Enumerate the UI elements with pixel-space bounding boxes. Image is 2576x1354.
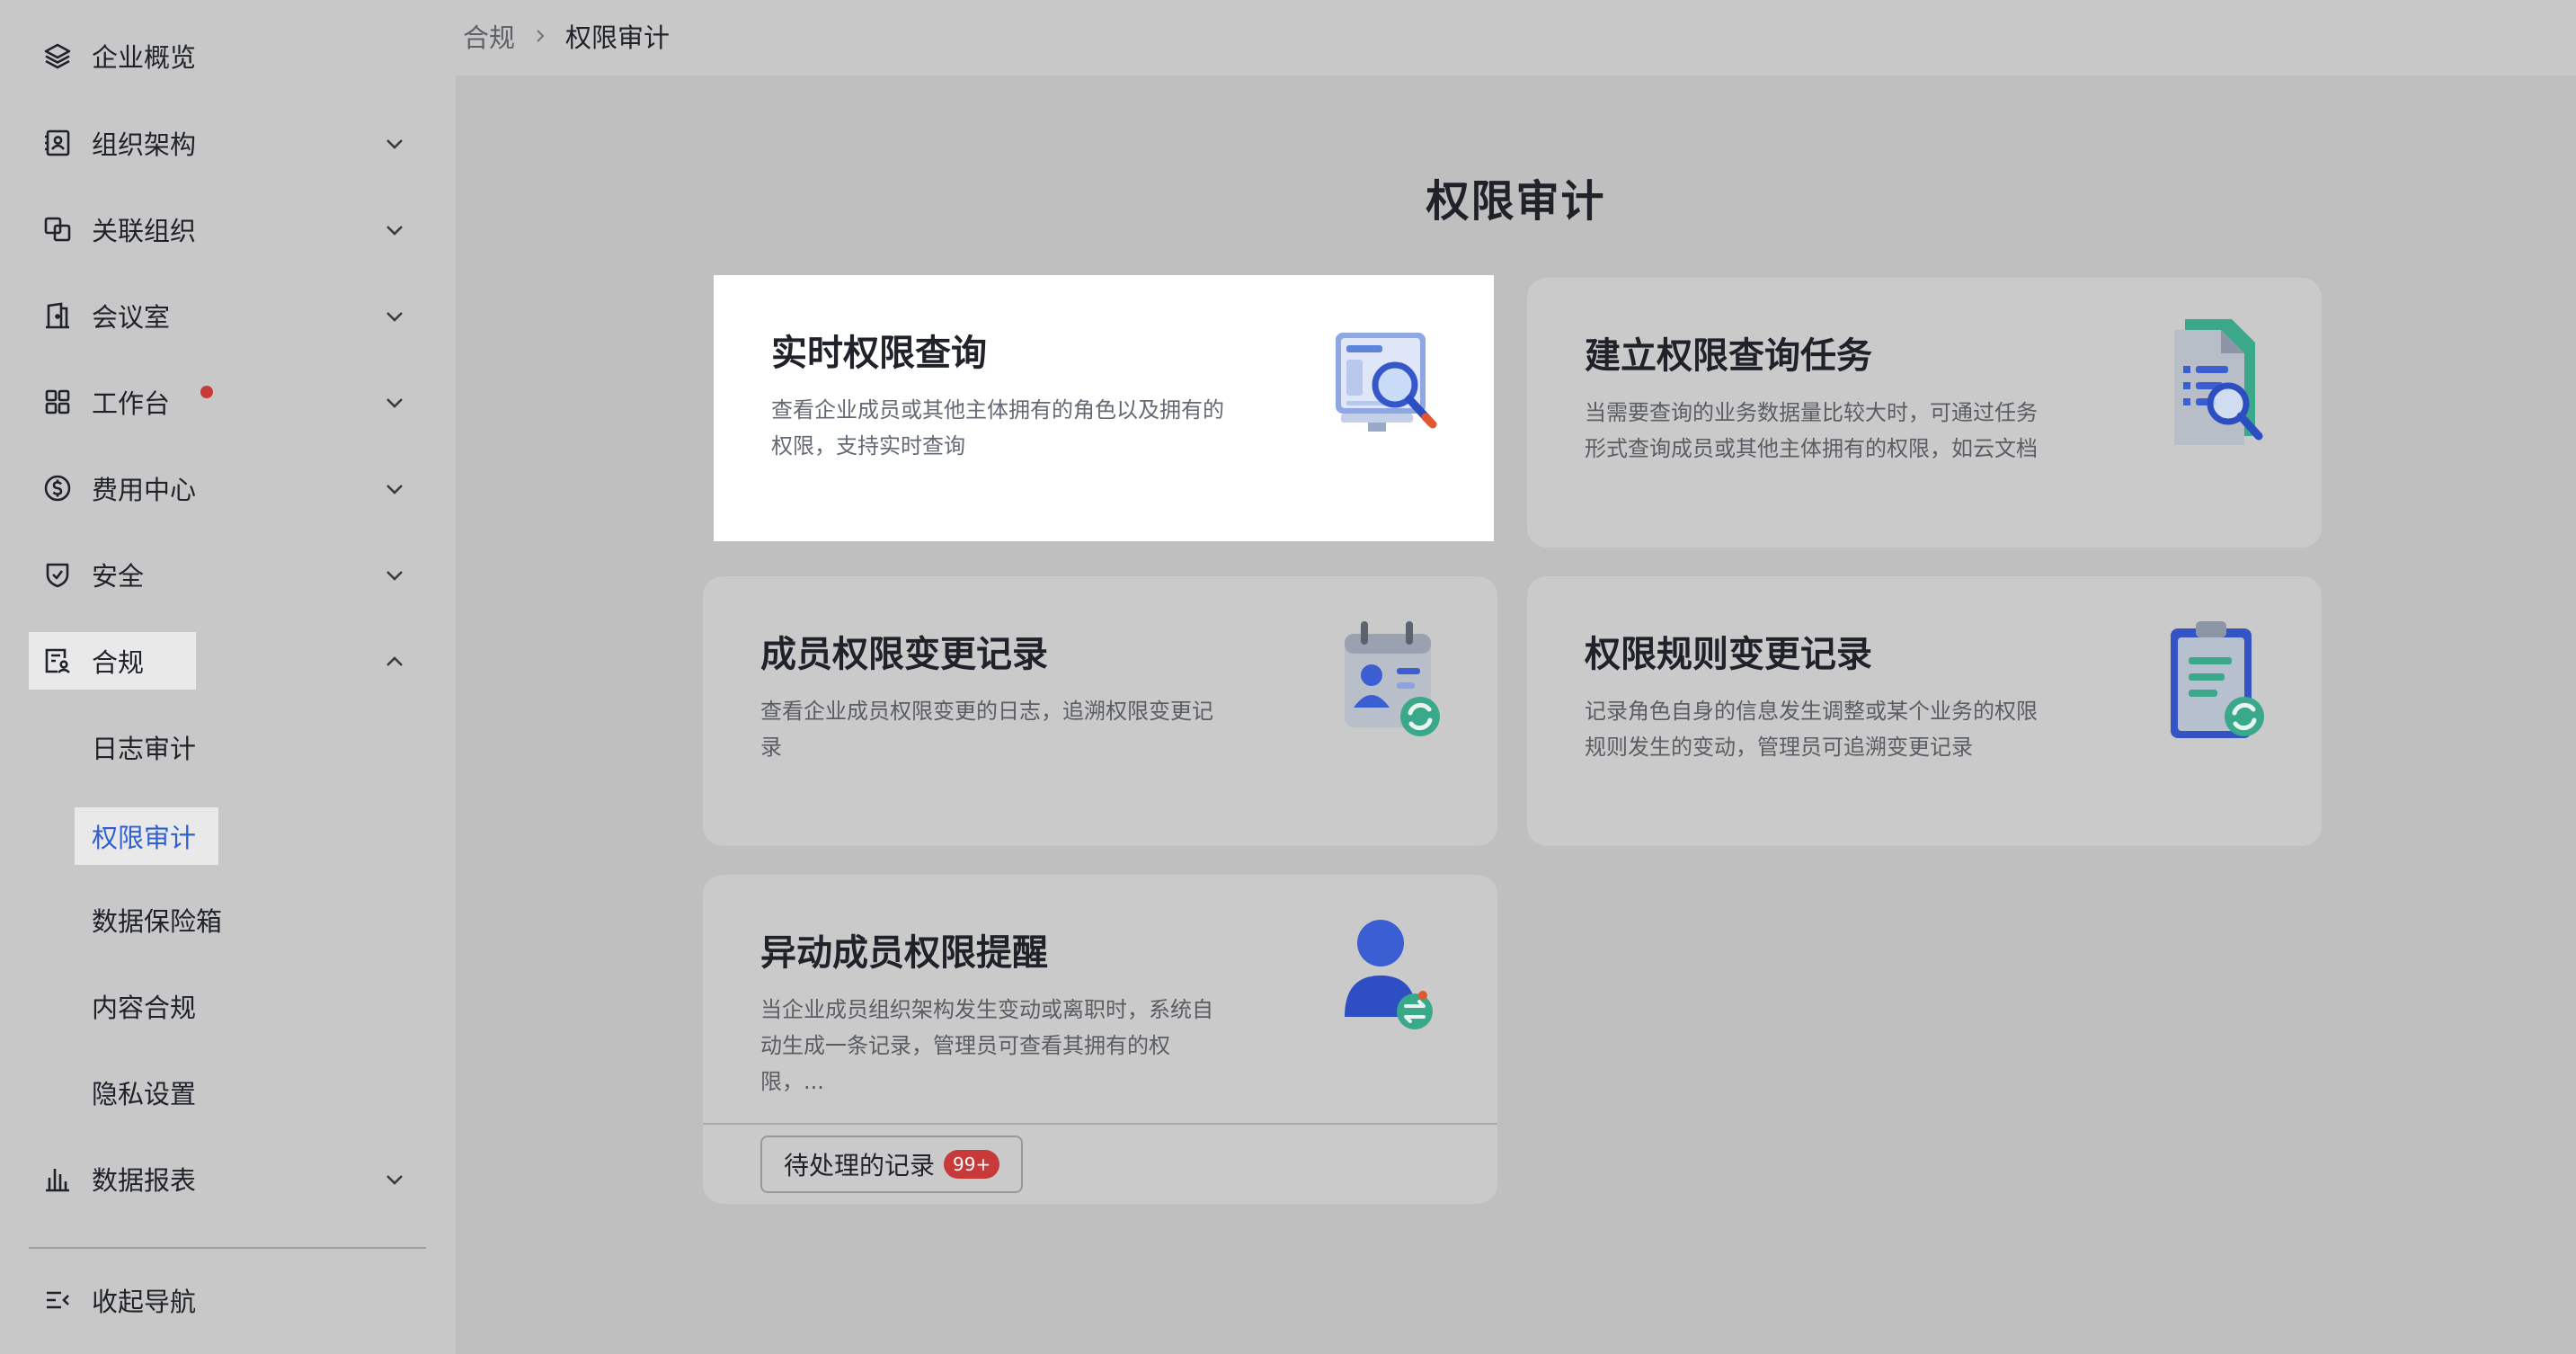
- sidebar-item-workbench[interactable]: 工作台: [29, 373, 424, 431]
- chevron-down-icon[interactable]: [383, 564, 406, 587]
- meeting-room-icon: [41, 299, 74, 332]
- sidebar-item-label: 数据报表: [92, 1165, 197, 1196]
- breadcrumb-current: 权限审计: [565, 22, 671, 53]
- card-title: 实时权限查询: [771, 333, 987, 374]
- breadcrumb-parent-link[interactable]: 合规: [463, 17, 515, 55]
- pending-count-badge: 99+: [944, 1150, 1000, 1179]
- card-footer-divider: [703, 1123, 1497, 1125]
- sidebar-item-label: 合规: [92, 647, 145, 678]
- card-abnormal-member-permission-alert[interactable]: 异动成员权限提醒 当企业成员组织架构发生变动或离职时，系统自动生成一条记录，管理…: [703, 875, 1497, 1204]
- sidebar-subitem-content-compliance[interactable]: 内容合规: [92, 977, 196, 1035]
- card-member-permission-change-log[interactable]: 成员权限变更记录 查看企业成员权限变更的日志，追溯权限变更记录: [703, 576, 1497, 846]
- collapse-nav-label: 收起导航: [92, 1287, 197, 1317]
- dollar-icon: [41, 472, 74, 504]
- sidebar-item-label: 会议室: [92, 302, 171, 333]
- compliance-icon: [41, 645, 74, 677]
- member-calendar-refresh-icon: [1345, 621, 1440, 736]
- card-description: 当企业成员组织架构发生变动或离职时，系统自动生成一条记录，管理员可查看其拥有的权…: [760, 997, 1213, 1094]
- sidebar-item-billing[interactable]: 费用中心: [29, 459, 424, 517]
- main-content: 权限审计 实时权限查询 查看企业成员或其他主体拥有的角色以及拥有的权限，支持实时…: [456, 76, 2576, 1354]
- contact-book-icon: [41, 127, 74, 159]
- notification-dot: [200, 386, 213, 398]
- sidebar-subitem-log-audit[interactable]: 日志审计: [92, 718, 196, 776]
- member-transfer-icon: [1345, 920, 1433, 1029]
- sidebar-item-org-structure[interactable]: 组织架构: [29, 114, 424, 172]
- sidebar-item-overview[interactable]: 企业概览: [29, 27, 424, 85]
- sidebar-item-linked-org[interactable]: 关联组织: [29, 200, 424, 258]
- linked-org-icon: [41, 213, 74, 245]
- card-description: 查看企业成员权限变更的日志，追溯权限变更记录: [760, 699, 1213, 760]
- sidebar: 企业概览 组织架构 关联组织 会议室 工作台 费用中心 安全 合规 日志审计 权…: [0, 0, 454, 1354]
- sidebar-divider: [29, 1247, 426, 1249]
- bar-chart-icon: [41, 1162, 74, 1195]
- chevron-down-icon[interactable]: [383, 305, 406, 328]
- card-permission-rule-change-log[interactable]: 权限规则变更记录 记录角色自身的信息发生调整或某个业务的权限规则发生的变动，管理…: [1527, 576, 2322, 846]
- sidebar-item-label: 安全: [92, 561, 145, 592]
- sidebar-item-label: 企业概览: [92, 42, 197, 73]
- chevron-down-icon[interactable]: [383, 132, 406, 156]
- pending-records-label: 待处理的记录: [784, 1151, 936, 1180]
- sidebar-item-label: 费用中心: [92, 475, 197, 505]
- sidebar-item-label: 工作台: [92, 388, 171, 419]
- breadcrumb: 合规 权限审计: [463, 18, 670, 54]
- card-create-permission-query-task[interactable]: 建立权限查询任务 当需要查询的业务数据量比较大时，可通过任务形式查询成员或其他主…: [1527, 278, 2322, 548]
- sidebar-subitem-privacy-settings[interactable]: 隐私设置: [92, 1064, 196, 1121]
- chevron-down-icon[interactable]: [383, 477, 406, 501]
- sidebar-item-label: 关联组织: [92, 216, 197, 246]
- browser-search-icon: [1336, 333, 1437, 432]
- sidebar-item-label: 组织架构: [92, 129, 197, 160]
- card-description: 记录角色自身的信息发生调整或某个业务的权限规则发生的变动，管理员可追溯变更记录: [1585, 699, 2038, 760]
- collapse-nav-button[interactable]: 收起导航: [29, 1271, 424, 1329]
- card-title: 建立权限查询任务: [1585, 335, 1872, 377]
- layers-icon: [41, 40, 74, 72]
- page-title: 权限审计: [1426, 176, 1606, 227]
- clipboard-refresh-icon: [2171, 621, 2264, 738]
- sidebar-item-data-reports[interactable]: 数据报表: [29, 1150, 424, 1207]
- pending-records-button[interactable]: 待处理的记录 99+: [760, 1136, 1024, 1193]
- card-description: 当需要查询的业务数据量比较大时，可通过任务形式查询成员或其他主体拥有的权限，如云…: [1585, 400, 2038, 461]
- app-window: 企业概览 组织架构 关联组织 会议室 工作台 费用中心 安全 合规 日志审计 权…: [0, 0, 2576, 1354]
- sidebar-item-compliance[interactable]: 合规: [29, 632, 424, 690]
- chevron-down-icon[interactable]: [383, 1168, 406, 1191]
- chevron-down-icon[interactable]: [383, 391, 406, 414]
- card-realtime-permission-query[interactable]: 实时权限查询 查看企业成员或其他主体拥有的角色以及拥有的权限，支持实时查询: [714, 275, 1494, 541]
- card-title: 成员权限变更记录: [760, 634, 1048, 675]
- sidebar-subitem-data-vault[interactable]: 数据保险箱: [92, 891, 222, 949]
- document-search-icon: [2174, 319, 2263, 445]
- chevron-down-icon[interactable]: [383, 218, 406, 242]
- chevron-up-icon[interactable]: [383, 650, 406, 673]
- card-title: 异动成员权限提醒: [760, 932, 1048, 974]
- sidebar-subitem-permission-audit[interactable]: 权限审计: [75, 807, 218, 865]
- sidebar-item-meeting-room[interactable]: 会议室: [29, 287, 424, 344]
- chevron-right-icon: [537, 30, 545, 42]
- grid-icon: [41, 386, 74, 418]
- sidebar-item-security[interactable]: 安全: [29, 546, 424, 603]
- shield-icon: [41, 558, 74, 591]
- card-description: 查看企业成员或其他主体拥有的角色以及拥有的权限，支持实时查询: [771, 397, 1224, 459]
- collapse-nav-icon: [41, 1284, 74, 1316]
- card-title: 权限规则变更记录: [1585, 634, 1872, 675]
